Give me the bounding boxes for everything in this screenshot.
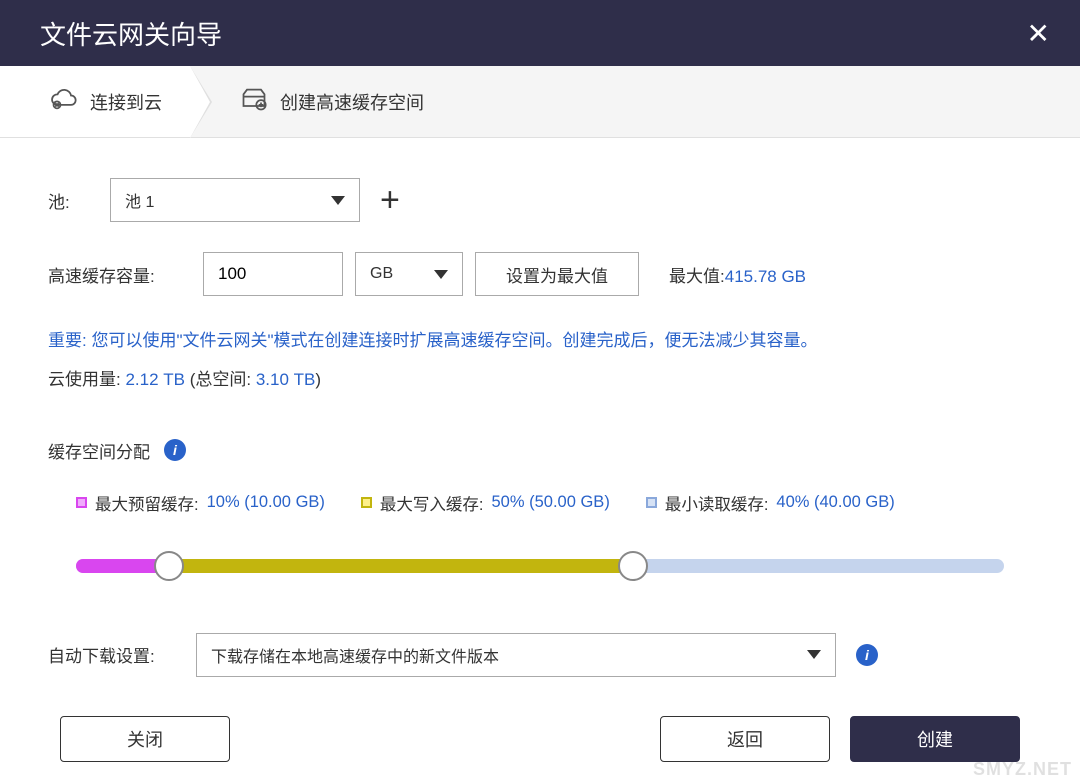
capacity-unit-select[interactable]: GB	[355, 252, 463, 296]
cloud-icon	[50, 85, 78, 118]
slider-handle-2[interactable]	[618, 551, 648, 581]
download-label: 自动下载设置:	[48, 642, 188, 667]
close-button[interactable]: 关闭	[60, 716, 230, 762]
dialog-footer: 关闭 返回 创建	[0, 694, 1080, 784]
pool-selected-value: 池 1	[125, 188, 154, 212]
chevron-down-icon	[434, 270, 448, 279]
download-selected-value: 下载存储在本地高速缓存中的新文件版本	[211, 643, 499, 667]
slider-segment-write	[169, 559, 633, 573]
slider-handle-1[interactable]	[154, 551, 184, 581]
capacity-row: 高速缓存容量: GB 设置为最大值 最大值:415.78 GB	[48, 252, 1032, 296]
legend-write: 最大写入缓存: 50% (50.00 GB)	[361, 491, 610, 515]
dialog-content: 池: 池 1 + 高速缓存容量: GB 设置为最大值 最大值:415.78 GB…	[0, 138, 1080, 677]
download-setting-select[interactable]: 下载存储在本地高速缓存中的新文件版本	[196, 633, 836, 677]
download-row: 自动下载设置: 下载存储在本地高速缓存中的新文件版本 i	[48, 633, 1032, 677]
close-icon[interactable]: ✕	[1027, 17, 1050, 50]
capacity-input[interactable]	[203, 252, 343, 296]
capacity-label: 高速缓存容量:	[48, 262, 183, 287]
allocation-slider[interactable]	[76, 559, 1004, 573]
chevron-down-icon	[807, 650, 821, 659]
step-label: 连接到云	[90, 89, 162, 115]
add-pool-button[interactable]: +	[380, 183, 400, 217]
allocation-legend: 最大预留缓存: 10% (10.00 GB) 最大写入缓存: 50% (50.0…	[76, 491, 1032, 515]
info-icon[interactable]: i	[164, 439, 186, 461]
pool-label: 池:	[48, 188, 96, 213]
dialog-header: 文件云网关向导 ✕	[0, 0, 1080, 66]
max-value-text: 最大值:415.78 GB	[669, 262, 806, 287]
cloud-usage-text: 云使用量: 2.12 TB (总空间: 3.10 TB)	[48, 365, 1032, 390]
storage-add-icon	[240, 85, 268, 118]
legend-reserved: 最大预留缓存: 10% (10.00 GB)	[76, 491, 325, 515]
important-note: 重要: 您可以使用"文件云网关"模式在创建连接时扩展高速缓存空间。创建完成后，便…	[48, 326, 1032, 357]
create-button[interactable]: 创建	[850, 716, 1020, 762]
swatch-blue	[646, 497, 657, 508]
legend-read: 最小读取缓存: 40% (40.00 GB)	[646, 491, 895, 515]
chevron-down-icon	[331, 196, 345, 205]
step-connect-cloud[interactable]: 连接到云	[0, 66, 190, 137]
unit-selected-value: GB	[370, 265, 393, 283]
pool-row: 池: 池 1 +	[48, 178, 1032, 222]
dialog-title: 文件云网关向导	[40, 15, 222, 52]
swatch-yellow	[361, 497, 372, 508]
step-label: 创建高速缓存空间	[280, 89, 424, 115]
info-icon[interactable]: i	[856, 644, 878, 666]
swatch-pink	[76, 497, 87, 508]
set-max-button[interactable]: 设置为最大值	[475, 252, 639, 296]
wizard-steps: 连接到云 创建高速缓存空间	[0, 66, 1080, 138]
allocation-section-title: 缓存空间分配 i	[48, 438, 1032, 463]
back-button[interactable]: 返回	[660, 716, 830, 762]
pool-select[interactable]: 池 1	[110, 178, 360, 222]
step-create-cache[interactable]: 创建高速缓存空间	[190, 66, 452, 137]
